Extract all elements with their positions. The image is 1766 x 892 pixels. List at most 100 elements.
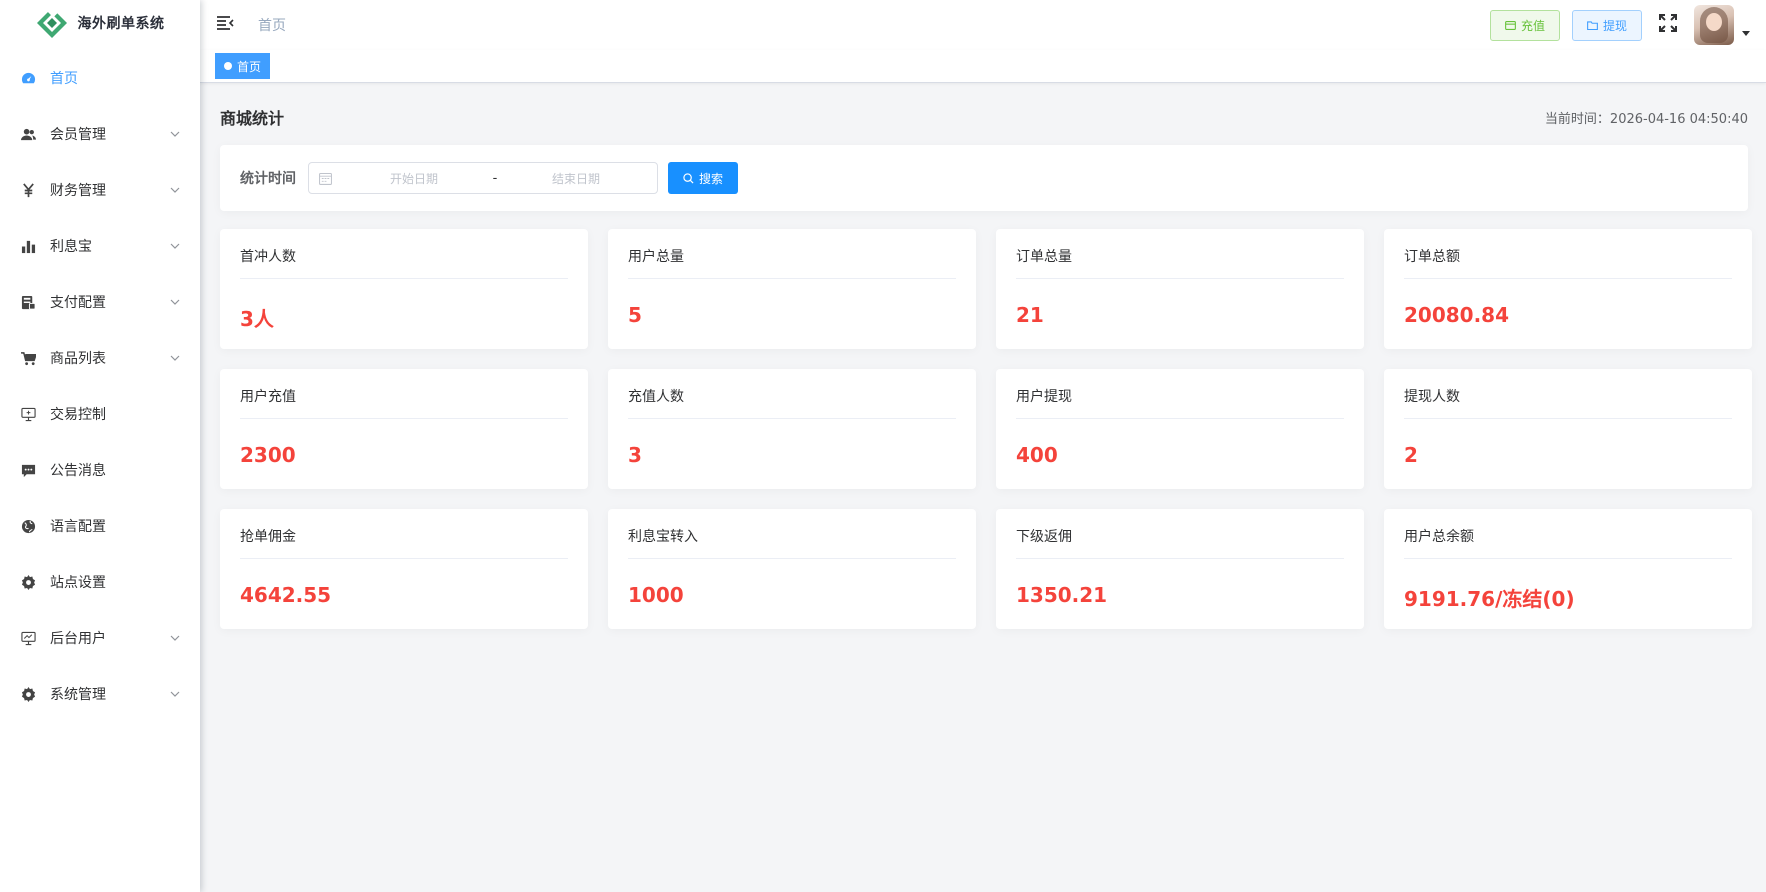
stat-card: 充值人数 3 bbox=[608, 369, 976, 489]
stat-card: 提现人数 2 bbox=[1384, 369, 1752, 489]
chevron-down-icon bbox=[170, 689, 180, 699]
stat-value: 400 bbox=[1016, 443, 1058, 467]
stat-value: 4642.55 bbox=[240, 583, 332, 607]
end-date-input[interactable]: 结束日期 bbox=[505, 170, 647, 187]
navbar-right: 充值 提现 bbox=[1489, 0, 1766, 50]
menu-fold-icon bbox=[216, 15, 234, 35]
stat-title: 首冲人数 bbox=[240, 229, 568, 279]
stat-title: 抢单佣金 bbox=[240, 509, 568, 559]
stat-title: 用户总余额 bbox=[1404, 509, 1732, 559]
calendar-icon bbox=[319, 171, 333, 185]
stat-value: 3人 bbox=[240, 307, 274, 331]
stat-value: 1350.21 bbox=[1016, 583, 1108, 607]
stat-card: 下级返佣 1350.21 bbox=[996, 509, 1364, 629]
gear-icon bbox=[20, 574, 36, 590]
stat-title: 用户总量 bbox=[628, 229, 956, 279]
avatar[interactable] bbox=[1694, 5, 1734, 45]
date-range-picker[interactable]: 开始日期 - 结束日期 bbox=[308, 162, 658, 194]
sidebar-item-interest[interactable]: 利息宝 bbox=[0, 218, 200, 274]
sidebar-item-language[interactable]: 语言配置 bbox=[0, 498, 200, 554]
current-time: 当前时间：2026-04-16 04:50:40 bbox=[1544, 111, 1748, 127]
sidebar-item-admin-users[interactable]: 后台用户 bbox=[0, 610, 200, 666]
page-title: 商城统计 bbox=[220, 109, 285, 128]
cart-icon bbox=[20, 350, 36, 366]
stat-card: 用户充值 2300 bbox=[220, 369, 588, 489]
stat-card: 订单总额 20080.84 bbox=[1384, 229, 1752, 349]
breadcrumb[interactable]: 首页 bbox=[258, 15, 286, 35]
stat-value: 2 bbox=[1404, 443, 1418, 467]
chevron-down-icon bbox=[170, 353, 180, 363]
stat-card: 订单总量 21 bbox=[996, 229, 1364, 349]
sidebar-item-products[interactable]: 商品列表 bbox=[0, 330, 200, 386]
date-separator: - bbox=[492, 170, 498, 186]
stats-grid: 首冲人数 3人 用户总量 5 订单总量 21 订单总额 20080.84 用户充值 230… bbox=[220, 229, 1752, 629]
search-icon bbox=[683, 172, 694, 184]
tag-home[interactable]: 首页 bbox=[215, 53, 271, 79]
stat-card: 首冲人数 3人 bbox=[220, 229, 588, 349]
stat-title: 用户提现 bbox=[1016, 369, 1344, 419]
search-button[interactable]: 搜索 bbox=[668, 162, 739, 194]
stat-value: 21 bbox=[1016, 303, 1044, 327]
fullscreen-icon bbox=[1659, 14, 1677, 36]
navbar: 首页 充值 提现 bbox=[200, 0, 1766, 50]
active-dot-icon bbox=[224, 62, 232, 70]
payment-icon bbox=[20, 294, 36, 310]
stat-value: 20080.84 bbox=[1404, 303, 1510, 327]
stat-card: 用户总余额 9191.76/冻结(0) bbox=[1384, 509, 1752, 629]
gear-icon bbox=[20, 686, 36, 702]
sidebar-item-trade-control[interactable]: 交易控制 bbox=[0, 386, 200, 442]
sidebar-item-site-settings[interactable]: 站点设置 bbox=[0, 554, 200, 610]
stat-title: 订单总量 bbox=[1016, 229, 1344, 279]
sidebar-item-home[interactable]: 首页 bbox=[0, 50, 200, 106]
start-date-input[interactable]: 开始日期 bbox=[343, 170, 485, 187]
sidebar: 海外刷单系统 首页 会员管理 财务管理 利息宝 支付配置 商品列表 交易控制 公… bbox=[0, 0, 200, 892]
yen-icon bbox=[20, 182, 36, 198]
filter-label: 统计时间 bbox=[240, 171, 296, 187]
stat-card: 用户提现 400 bbox=[996, 369, 1364, 489]
stat-title: 利息宝转入 bbox=[628, 509, 956, 559]
user-icon bbox=[20, 126, 36, 142]
sidebar-item-system[interactable]: 系统管理 bbox=[0, 666, 200, 722]
app-title: 海外刷单系统 bbox=[77, 16, 165, 32]
dashboard-icon bbox=[20, 70, 36, 86]
sidebar-menu: 首页 会员管理 财务管理 利息宝 支付配置 商品列表 交易控制 公告消息 语言配… bbox=[0, 50, 200, 722]
stat-title: 充值人数 bbox=[628, 369, 956, 419]
caret-down-icon[interactable] bbox=[1740, 27, 1752, 39]
sidebar-item-members[interactable]: 会员管理 bbox=[0, 106, 200, 162]
card-icon bbox=[1505, 20, 1516, 30]
recharge-button[interactable]: 充值 bbox=[1489, 9, 1560, 41]
stat-card: 抢单佣金 4642.55 bbox=[220, 509, 588, 629]
stat-title: 用户充值 bbox=[240, 369, 568, 419]
bar-chart-icon bbox=[20, 238, 36, 254]
monitor-icon bbox=[20, 406, 36, 422]
stat-value: 1000 bbox=[628, 583, 684, 607]
chevron-down-icon bbox=[170, 185, 180, 195]
stat-card: 用户总量 5 bbox=[608, 229, 976, 349]
hamburger-button[interactable] bbox=[200, 0, 250, 50]
stat-title: 提现人数 bbox=[1404, 369, 1732, 419]
withdraw-button[interactable]: 提现 bbox=[1571, 9, 1642, 41]
logo[interactable]: 海外刷单系统 bbox=[0, 0, 200, 46]
sidebar-item-finance[interactable]: 财务管理 bbox=[0, 162, 200, 218]
tags-view: 首页 bbox=[200, 50, 1766, 83]
chevron-down-icon bbox=[170, 129, 180, 139]
stat-value: 9191.76/冻结(0) bbox=[1404, 587, 1575, 611]
chevron-down-icon bbox=[170, 633, 180, 643]
chevron-down-icon bbox=[170, 297, 180, 307]
stat-title: 订单总额 bbox=[1404, 229, 1732, 279]
page-header: 商城统计 当前时间：2026-04-16 04:50:40 bbox=[220, 105, 1748, 129]
monitor-chart-icon bbox=[20, 630, 36, 646]
message-icon bbox=[20, 462, 36, 478]
stat-value: 2300 bbox=[240, 443, 296, 467]
fullscreen-button[interactable] bbox=[1658, 14, 1678, 36]
filter-card: 统计时间 开始日期 - 结束日期 搜索 bbox=[220, 145, 1748, 211]
main-content: 商城统计 当前时间：2026-04-16 04:50:40 统计时间 开始日期 … bbox=[200, 83, 1766, 892]
stat-value: 3 bbox=[628, 443, 642, 467]
logo-icon bbox=[36, 5, 68, 39]
folder-icon bbox=[1587, 20, 1598, 30]
sidebar-item-announcements[interactable]: 公告消息 bbox=[0, 442, 200, 498]
stat-card: 利息宝转入 1000 bbox=[608, 509, 976, 629]
chevron-down-icon bbox=[170, 241, 180, 251]
sidebar-item-payment[interactable]: 支付配置 bbox=[0, 274, 200, 330]
stat-value: 5 bbox=[628, 303, 642, 327]
